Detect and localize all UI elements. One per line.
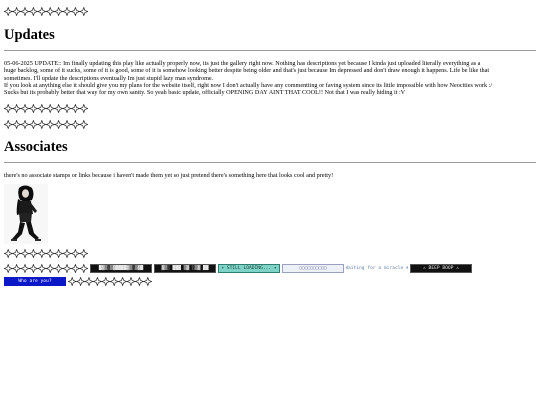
stamp-still-loading[interactable]: ✦ STILL LOADING... ✦ (218, 264, 280, 273)
sparkle-star-icon (80, 264, 88, 272)
sparkle-star-icon (13, 249, 21, 257)
sparkle-star-icon (71, 264, 79, 272)
sparkle-divider-graphic (68, 277, 152, 286)
sparkle-star-icon (13, 8, 21, 16)
sparkle-star-icon (13, 105, 21, 113)
update-line: huge backlog, some of it sucks, some of … (4, 67, 536, 74)
stamp-row-2: Who are you? (4, 276, 536, 287)
sparkle-star-icon (21, 121, 29, 129)
sparkle-star-icon (71, 249, 79, 257)
sparkle-star-icon (46, 105, 54, 113)
associates-text: there's no associate stamps or links bec… (4, 172, 536, 179)
sparkle-star-icon (13, 264, 21, 272)
sparkle-divider-graphic (4, 120, 88, 129)
sparkle-star-icon (55, 249, 63, 257)
sparkle-divider (4, 119, 536, 130)
sparkle-star-icon (71, 8, 79, 16)
stamp-boxes[interactable]: ▢▢▢▢▢▢▢▢▢▢ (282, 264, 344, 273)
stamp-1[interactable]: █▓▒░▒▓████▓▒░▒▓█ (90, 264, 152, 273)
sparkle-star-icon (68, 277, 76, 285)
stamp-beep-boop[interactable]: ⚠ BEEP BOOP ⚠ (410, 264, 472, 273)
sparkle-divider (4, 248, 536, 259)
sparkle-star-icon (21, 105, 29, 113)
sparkle-star-icon (13, 121, 21, 129)
sparkle-star-icon (110, 277, 118, 285)
sparkle-star-icon (93, 277, 101, 285)
sparkle-star-icon (21, 249, 29, 257)
sparkle-star-icon (80, 249, 88, 257)
updates-rule (4, 50, 536, 51)
sparkle-star-icon (71, 105, 79, 113)
sparkle-star-icon (80, 121, 88, 129)
sparkle-star-icon (55, 121, 63, 129)
sparkle-star-icon (29, 105, 37, 113)
sparkle-star-icon (21, 8, 29, 16)
sparkle-star-icon (63, 105, 71, 113)
sparkle-star-icon (46, 249, 54, 257)
sparkle-star-icon (38, 264, 46, 272)
sparkle-divider-graphic (4, 249, 88, 258)
stamp-waiting[interactable]: Waiting for a miracle ❄ (346, 264, 408, 273)
sparkle-divider (4, 103, 536, 114)
sparkle-star-icon (4, 264, 12, 272)
sparkle-star-icon (38, 8, 46, 16)
sparkle-star-icon (46, 264, 54, 272)
sparkle-star-icon (4, 121, 12, 129)
sparkle-star-icon (63, 264, 71, 272)
sparkle-star-icon (77, 277, 85, 285)
sparkle-star-icon (38, 105, 46, 113)
sparkle-star-icon (144, 277, 152, 285)
sparkle-star-icon (55, 264, 63, 272)
sparkle-divider-graphic (4, 7, 88, 16)
sparkle-star-icon (119, 277, 127, 285)
sparkle-star-icon (127, 277, 135, 285)
update-line: 05-06-2025 UPDATE:: Im finally updating … (4, 60, 536, 67)
sparkle-star-icon (63, 249, 71, 257)
sparkle-star-icon (29, 249, 37, 257)
sparkle-divider (4, 6, 536, 17)
sparkle-star-icon (21, 264, 29, 272)
sparkle-star-icon (46, 8, 54, 16)
associates-rule (4, 162, 536, 163)
character-sprite-image (4, 184, 48, 244)
sparkle-star-icon (4, 249, 12, 257)
sparkle-star-icon (63, 8, 71, 16)
associates-heading: Associates (4, 139, 536, 156)
sparkle-divider-graphic (4, 264, 88, 273)
sparkle-star-icon (38, 249, 46, 257)
sparkle-star-icon (4, 105, 12, 113)
sparkle-star-icon (63, 121, 71, 129)
sparkle-star-icon (29, 121, 37, 129)
sparkle-star-icon (80, 105, 88, 113)
sparkle-star-icon (55, 105, 63, 113)
update-line: If you look at anything else it should g… (4, 82, 536, 89)
sparkle-divider-graphic (4, 104, 88, 113)
sparkle-star-icon (38, 121, 46, 129)
sparkle-star-icon (80, 8, 88, 16)
sparkle-star-icon (135, 277, 143, 285)
updates-text: 05-06-2025 UPDATE:: Im finally updating … (4, 60, 536, 96)
sparkle-star-icon (4, 8, 12, 16)
stamp-2[interactable]: ▓▒░ ███ ▒▓ ░▒▓ ██ (154, 264, 216, 273)
sparkle-star-icon (29, 264, 37, 272)
stamp-row: █▓▒░▒▓████▓▒░▒▓█ ▓▒░ ███ ▒▓ ░▒▓ ██ ✦ STI… (4, 263, 536, 274)
updates-heading: Updates (4, 27, 536, 44)
sparkle-star-icon (102, 277, 110, 285)
sparkle-star-icon (85, 277, 93, 285)
character-sprite (4, 184, 48, 244)
update-line: Sucks but its probably better that way f… (4, 89, 536, 96)
page-content: Updates 05-06-2025 UPDATE:: Im finally u… (4, 0, 536, 287)
stamp-who-are-you[interactable]: Who are you? (4, 277, 66, 286)
sparkle-star-icon (29, 8, 37, 16)
sparkle-star-icon (55, 8, 63, 16)
sparkle-star-icon (46, 121, 54, 129)
sparkle-star-icon (71, 121, 79, 129)
update-line: sometimes. I'll update the descriptions … (4, 75, 536, 82)
